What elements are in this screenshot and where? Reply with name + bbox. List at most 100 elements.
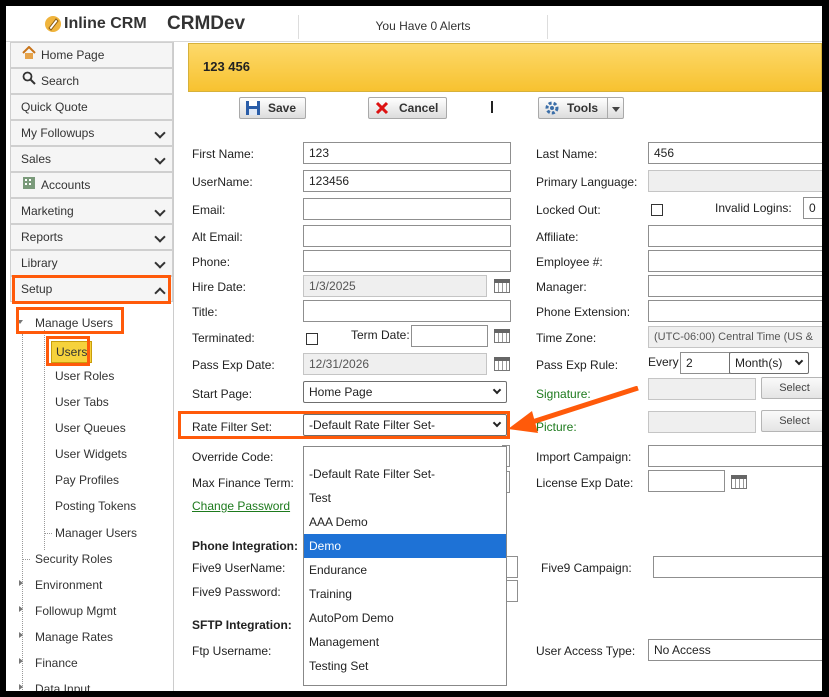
dropdown-option[interactable]: -Default Rate Filter Set- <box>304 462 506 486</box>
tree-item-security-roles[interactable]: Security Roles <box>35 551 112 567</box>
dropdown-option[interactable]: AAA Demo <box>304 510 506 534</box>
save-button[interactable]: Save <box>239 97 306 119</box>
cancel-label: Cancel <box>399 101 439 115</box>
sub-item-user-queues[interactable]: User Queues <box>55 420 126 436</box>
sftp-integration-heading: SFTP Integration: <box>192 618 292 632</box>
sidebar-item-sales[interactable]: Sales <box>10 146 173 172</box>
start-page-select[interactable]: Home Page <box>303 381 507 403</box>
app-title: CRMDev <box>167 13 246 34</box>
alt-email-input[interactable] <box>303 225 511 247</box>
dropdown-option[interactable]: Endurance <box>304 558 506 582</box>
phone-input[interactable] <box>303 250 511 272</box>
every-unit-select[interactable]: Month(s) <box>729 352 809 374</box>
chevron-down-icon <box>154 153 166 165</box>
highlight-users <box>46 336 90 366</box>
chevron-down-icon <box>154 257 166 269</box>
tree-item-manage-rates[interactable]: Manage Rates <box>35 629 113 645</box>
alerts-indicator[interactable]: You Have 0 Alerts <box>298 15 548 39</box>
sub-item-manager-users[interactable]: Manager Users <box>55 525 137 541</box>
last-name-input[interactable]: 456 <box>648 142 822 164</box>
cancel-button[interactable]: Cancel <box>368 97 447 119</box>
expand-triangle-icon[interactable] <box>19 606 23 612</box>
expand-triangle-icon[interactable] <box>19 658 23 664</box>
sub-item-user-widgets[interactable]: User Widgets <box>55 446 127 462</box>
start-page-value: Home Page <box>309 385 373 399</box>
term-date-input[interactable] <box>411 325 488 347</box>
employee-input[interactable] <box>648 250 822 272</box>
tools-button[interactable]: Tools <box>538 97 624 119</box>
invalid-logins-input[interactable]: 0 <box>803 197 822 219</box>
dropdown-option[interactable]: Management <box>304 630 506 654</box>
dropdown-option[interactable]: Training <box>304 582 506 606</box>
phone-label: Phone: <box>192 255 231 269</box>
affiliate-input[interactable] <box>648 225 822 247</box>
sidebar-item-marketing[interactable]: Marketing <box>10 198 173 224</box>
every-value-input[interactable]: 2 <box>680 352 730 374</box>
first-name-input[interactable]: 123 <box>303 142 511 164</box>
first-name-label: First Name: <box>192 147 255 161</box>
phone-extension-input[interactable] <box>648 300 822 322</box>
license-exp-input[interactable] <box>648 470 725 492</box>
pass-exp-date-label: Pass Exp Date: <box>192 358 275 372</box>
tree-item-environment[interactable]: Environment <box>35 577 102 593</box>
sidebar-item-accounts[interactable]: Accounts <box>10 172 173 198</box>
five9-campaign-input[interactable] <box>653 556 822 578</box>
import-campaign-input[interactable] <box>648 445 822 467</box>
tree-item-followup-mgmt[interactable]: Followup Mgmt <box>35 603 116 619</box>
five9-username-label: Five9 UserName: <box>192 561 286 575</box>
pass-exp-date-input[interactable]: 12/31/2026 <box>303 353 487 375</box>
sidebar-item-library[interactable]: Library <box>10 250 173 276</box>
username-input[interactable]: 123456 <box>303 170 511 192</box>
calendar-icon[interactable] <box>731 475 747 489</box>
sidebar-item-home[interactable]: Home Page <box>10 42 173 68</box>
hire-date-input[interactable]: 1/3/2025 <box>303 275 487 297</box>
time-zone-select[interactable]: (UTC-06:00) Central Time (US & <box>648 326 822 348</box>
title-input[interactable] <box>303 300 511 322</box>
calendar-icon[interactable] <box>494 279 510 293</box>
user-access-type-select[interactable]: No Access <box>648 639 822 661</box>
time-zone-label: Time Zone: <box>536 331 597 345</box>
sub-item-user-tabs[interactable]: User Tabs <box>55 394 109 410</box>
sidebar-item-reports[interactable]: Reports <box>10 224 173 250</box>
sidebar-item-quick-quote[interactable]: Quick Quote <box>10 94 173 120</box>
pencil-logo-icon <box>45 16 61 32</box>
tree-item-finance[interactable]: Finance <box>35 655 78 671</box>
primary-language-select[interactable] <box>648 170 822 192</box>
signature-field[interactable] <box>648 378 756 400</box>
max-finance-label: Max Finance Term: <box>192 476 294 490</box>
override-code-label: Override Code: <box>192 450 274 464</box>
terminated-checkbox[interactable] <box>306 333 318 345</box>
caret-down-icon[interactable] <box>612 107 620 112</box>
license-exp-label: License Exp Date: <box>536 476 634 490</box>
sidebar-item-label: Accounts <box>41 178 91 192</box>
calendar-icon[interactable] <box>494 329 510 343</box>
dropdown-option[interactable]: Testing Set <box>304 654 506 678</box>
dropdown-option[interactable]: Test <box>304 486 506 510</box>
sidebar-item-search[interactable]: Search <box>10 68 173 94</box>
app-window: Inline CRM CRMDev You Have 0 Alerts Home… <box>6 6 822 691</box>
sub-item-pay-profiles[interactable]: Pay Profiles <box>55 472 119 488</box>
change-password-link[interactable]: Change Password <box>192 499 290 513</box>
dropdown-option[interactable]: AutoPom Demo <box>304 606 506 630</box>
logo-text[interactable]: Inline CRM <box>64 15 147 33</box>
expand-triangle-icon[interactable] <box>19 632 23 638</box>
sub-item-posting-tokens[interactable]: Posting Tokens <box>55 498 136 514</box>
signature-select-button[interactable]: Select <box>761 377 822 399</box>
expand-triangle-icon[interactable] <box>19 580 23 586</box>
expand-triangle-icon[interactable] <box>19 684 23 690</box>
highlight-setup <box>12 275 171 304</box>
tree-item-data-input[interactable]: Data Input <box>35 681 90 691</box>
calendar-icon[interactable] <box>494 357 510 371</box>
search-icon <box>21 69 37 93</box>
email-input[interactable] <box>303 198 511 220</box>
manager-input[interactable] <box>648 275 822 297</box>
locked-out-checkbox[interactable] <box>651 204 663 216</box>
import-campaign-label: Import Campaign: <box>536 450 632 464</box>
sub-item-user-roles[interactable]: User Roles <box>55 368 114 384</box>
sidebar-item-my-followups[interactable]: My Followups <box>10 120 173 146</box>
primary-language-label: Primary Language: <box>536 175 638 189</box>
dropdown-option-selected[interactable]: Demo <box>304 534 506 558</box>
title-label: Title: <box>192 305 218 319</box>
picture-select-button[interactable]: Select <box>761 410 822 432</box>
picture-field[interactable] <box>648 411 756 433</box>
